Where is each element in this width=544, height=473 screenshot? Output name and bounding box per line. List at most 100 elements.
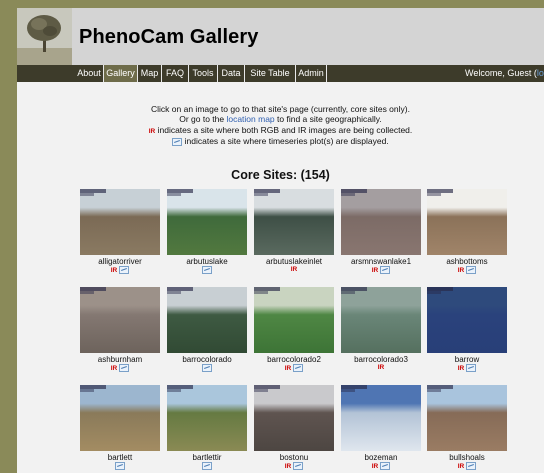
site-name: barrow	[454, 355, 480, 364]
site-badges: IR	[341, 266, 421, 275]
ir-badge: IR	[371, 266, 379, 274]
image-timestamp-overlay	[341, 193, 355, 196]
site-badges	[167, 364, 247, 373]
image-timestamp-overlay	[254, 389, 268, 392]
location-map-link[interactable]: location map	[226, 114, 274, 124]
intro-line-2-post: to find a site geographically.	[274, 114, 382, 124]
site-thumbnail[interactable]	[427, 189, 507, 255]
ir-badge: IR	[284, 462, 292, 470]
image-timestamp-overlay	[80, 193, 94, 196]
timeseries-icon	[466, 462, 477, 470]
intro-line-3-text: indicates a site where both RGB and IR i…	[155, 125, 413, 135]
timeseries-icon	[466, 364, 477, 372]
site-name: alligatorriver	[98, 257, 142, 266]
ir-badge: IR	[377, 364, 385, 371]
site-badges: IR	[254, 266, 334, 274]
site-thumbnail[interactable]	[80, 189, 160, 255]
site-badges	[167, 266, 247, 275]
ir-badge: IR	[110, 266, 118, 274]
ir-badge: IR	[457, 266, 465, 274]
site-thumbnail[interactable]	[80, 287, 160, 353]
section-title: Core Sites: (154)	[231, 168, 330, 182]
image-timestamp-overlay	[167, 193, 181, 196]
site-thumbnail[interactable]	[254, 189, 334, 255]
image-timestamp-overlay	[167, 291, 181, 294]
site-badges	[167, 462, 247, 471]
site-name: ashburnham	[97, 355, 143, 364]
site-name: bozeman	[364, 453, 398, 462]
header: PhenoCam Gallery	[17, 8, 544, 65]
timeseries-icon	[202, 462, 212, 470]
timeseries-icon	[380, 462, 391, 470]
timeseries-icon	[202, 266, 212, 274]
site-thumbnail[interactable]	[80, 385, 160, 451]
ir-badge: IR	[110, 364, 118, 372]
timeseries-icon	[380, 266, 391, 274]
page: PhenoCam Gallery About Gallery Map FAQ T…	[17, 8, 544, 473]
site-thumbnail[interactable]	[341, 287, 421, 353]
site-thumbnail[interactable]	[254, 287, 334, 353]
welcome-message: Welcome, Guest (log	[465, 65, 544, 82]
nav-data[interactable]: Data	[218, 65, 245, 82]
timeseries-icon	[466, 266, 477, 274]
nav-tools[interactable]: Tools	[189, 65, 218, 82]
image-timestamp-overlay	[167, 389, 181, 392]
timeseries-icon	[202, 364, 212, 372]
timeseries-icon	[293, 364, 304, 372]
ir-badge: IR	[457, 364, 465, 372]
site-name: barrocolorado3	[354, 355, 408, 364]
nav-gallery[interactable]: Gallery	[104, 65, 138, 82]
site-title: PhenoCam Gallery	[79, 26, 259, 48]
nav-site-table[interactable]: Site Table	[245, 65, 296, 82]
site-name: arbutuslake	[186, 257, 228, 266]
intro-line-1: Click on an image to go to that site's p…	[151, 104, 410, 114]
site-name: bartlettir	[192, 453, 222, 462]
site-name: barrocolorado2	[267, 355, 321, 364]
welcome-text: Welcome, Guest (	[465, 68, 537, 78]
site-thumbnail[interactable]	[167, 189, 247, 255]
image-timestamp-overlay	[341, 291, 355, 294]
site-name: arsmnswanlake1	[350, 257, 412, 266]
timeseries-icon	[119, 266, 130, 274]
site-name: barrocolorado	[182, 355, 232, 364]
login-link[interactable]: log	[537, 68, 544, 78]
site-thumbnail[interactable]	[427, 287, 507, 353]
timeseries-icon	[293, 462, 304, 470]
site-name: ashbottoms	[446, 257, 488, 266]
site-thumbnail[interactable]	[254, 385, 334, 451]
intro-line-2: Or go to the location map to find a site…	[17, 114, 544, 125]
nav-about[interactable]: About	[75, 65, 104, 82]
site-badges: IR	[427, 364, 507, 373]
site-badges: IR	[341, 462, 421, 471]
image-timestamp-overlay	[80, 291, 94, 294]
site-badges: IR	[80, 364, 160, 373]
site-name: bostonu	[279, 453, 309, 462]
site-badges	[80, 462, 160, 471]
image-timestamp-overlay	[427, 291, 441, 294]
ir-badge: IR	[371, 462, 379, 470]
site-thumbnail[interactable]	[341, 189, 421, 255]
site-thumbnail[interactable]	[427, 385, 507, 451]
image-timestamp-overlay	[254, 291, 268, 294]
intro-line-4: indicates a site where timeseries plot(s…	[17, 136, 544, 147]
nav-faq[interactable]: FAQ	[162, 65, 189, 82]
site-badges: IR	[427, 462, 507, 471]
nav-map[interactable]: Map	[138, 65, 162, 82]
image-timestamp-overlay	[427, 389, 441, 392]
site-name: bartlett	[107, 453, 133, 462]
nav-admin[interactable]: Admin	[296, 65, 327, 82]
site-thumbnail[interactable]	[341, 385, 421, 451]
image-timestamp-overlay	[427, 193, 441, 196]
phenocam-logo[interactable]	[17, 8, 72, 65]
intro-line-4-text: indicates a site where timeseries plot(s…	[182, 136, 389, 146]
site-name: bullshoals	[449, 453, 485, 462]
timeseries-icon	[115, 462, 125, 470]
image-timestamp-overlay	[341, 389, 355, 392]
main-navigation: About Gallery Map FAQ Tools Data Site Ta…	[17, 65, 544, 82]
site-thumbnail[interactable]	[167, 287, 247, 353]
site-thumbnail[interactable]	[167, 385, 247, 451]
timeseries-icon	[119, 364, 130, 372]
site-badges: IR	[427, 266, 507, 275]
site-badges: IR	[254, 462, 334, 471]
ir-badge: IR	[284, 364, 292, 372]
